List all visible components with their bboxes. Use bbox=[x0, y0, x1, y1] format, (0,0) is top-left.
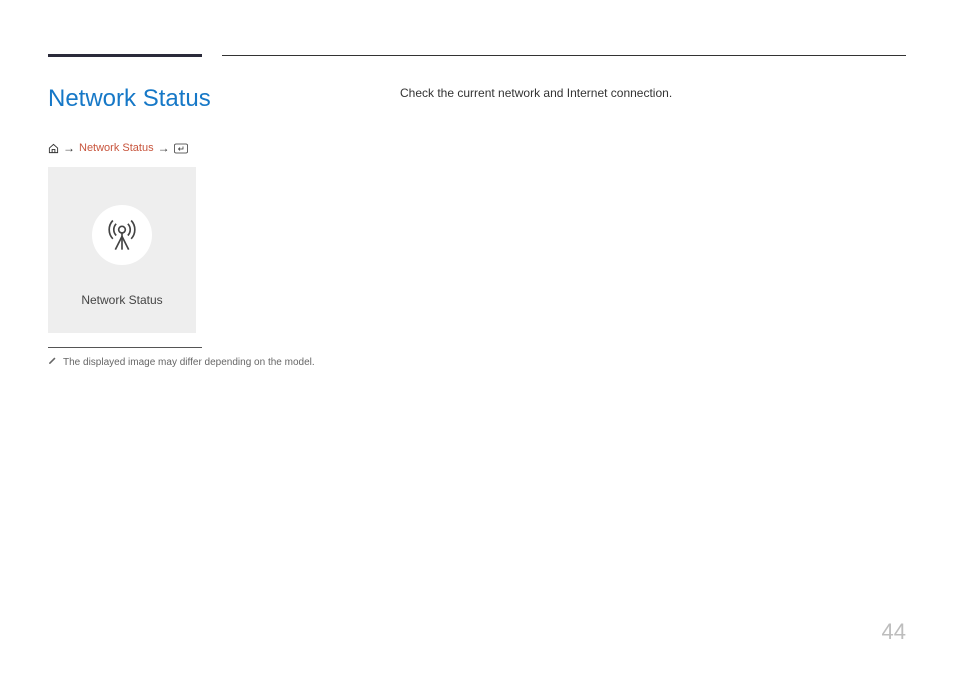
antenna-icon bbox=[102, 213, 142, 258]
pencil-icon bbox=[48, 356, 57, 368]
breadcrumb-link: Network Status bbox=[79, 142, 154, 154]
content-columns: Network Status → Network Status → bbox=[48, 85, 906, 368]
breadcrumb: → Network Status → bbox=[48, 141, 378, 155]
enter-icon bbox=[174, 143, 188, 154]
disclaimer-note: The displayed image may differ depending… bbox=[48, 356, 378, 368]
arrow-right-icon: → bbox=[63, 141, 75, 155]
small-divider bbox=[48, 347, 202, 348]
page-number: 44 bbox=[882, 619, 906, 645]
home-icon bbox=[48, 143, 59, 154]
card-icon-wrap bbox=[92, 205, 152, 265]
description-text: Check the current network and Internet c… bbox=[400, 85, 906, 102]
card-label: Network Status bbox=[81, 293, 162, 307]
arrow-right-icon: → bbox=[158, 141, 170, 155]
rule-thin bbox=[222, 55, 906, 56]
rule-thick bbox=[48, 54, 202, 57]
top-rule bbox=[48, 55, 906, 57]
left-column: Network Status → Network Status → bbox=[48, 85, 398, 368]
network-status-card: Network Status bbox=[48, 167, 196, 333]
note-text: The displayed image may differ depending… bbox=[63, 357, 315, 368]
page-title: Network Status bbox=[48, 85, 378, 113]
right-column: Check the current network and Internet c… bbox=[398, 85, 906, 368]
